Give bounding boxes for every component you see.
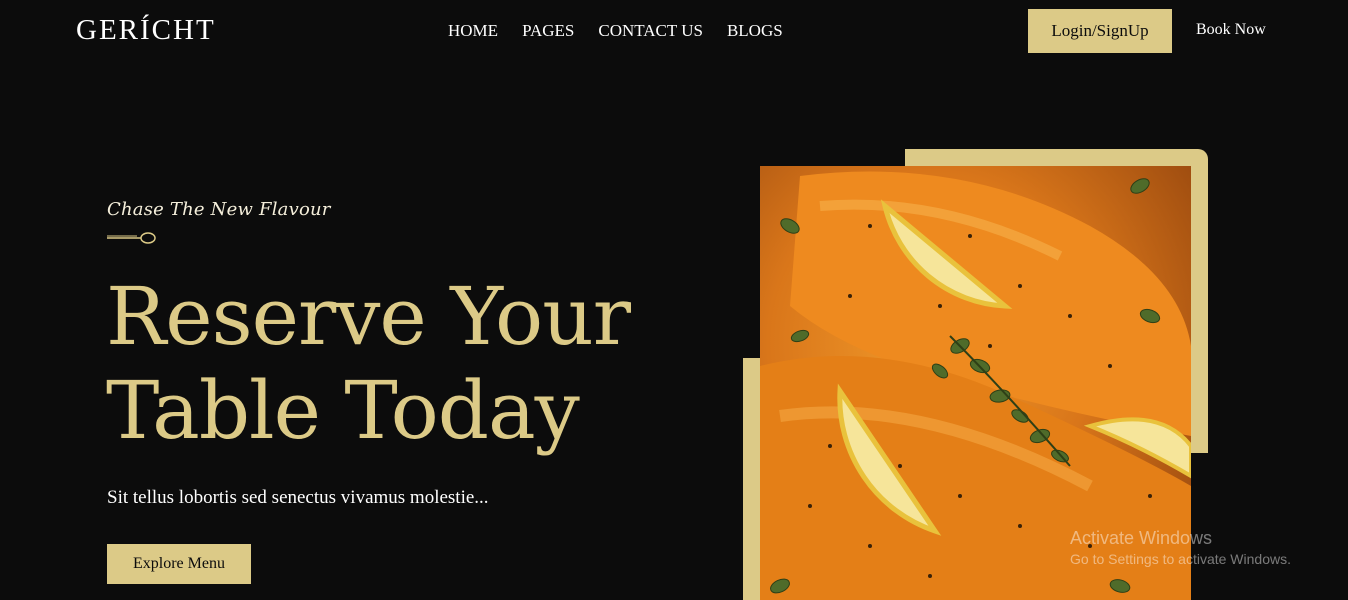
nav-item-home[interactable]: HOME xyxy=(448,21,498,41)
explore-menu-button[interactable]: Explore Menu xyxy=(107,544,251,584)
spoon-icon xyxy=(107,232,156,244)
book-now-link[interactable]: Book Now xyxy=(1196,21,1266,39)
hero-headline-line1: Reserve Your xyxy=(106,270,631,363)
hero-headline: Reserve Your Table Today xyxy=(106,270,631,458)
hero-subtitle: Chase The New Flavour xyxy=(107,199,331,220)
login-signup-button[interactable]: Login/SignUp xyxy=(1028,9,1172,53)
nav-item-contact[interactable]: CONTACT US xyxy=(598,21,703,41)
windows-watermark-title: Activate Windows xyxy=(1070,528,1213,548)
nav-item-pages[interactable]: PAGES xyxy=(522,21,574,41)
brand-logo[interactable]: GERÍCHT xyxy=(76,14,216,47)
windows-watermark-subtitle: Go to Settings to activate Windows. xyxy=(1070,551,1291,567)
main-nav: HOME PAGES CONTACT US BLOGS xyxy=(448,21,783,41)
landing-page: GERÍCHT HOME PAGES CONTACT US BLOGS Logi… xyxy=(0,0,1348,600)
hero-headline-line2: Table Today xyxy=(106,364,580,457)
nav-item-blogs[interactable]: BLOGS xyxy=(727,21,783,41)
hero-description: Sit tellus lobortis sed senectus vivamus… xyxy=(107,487,489,508)
